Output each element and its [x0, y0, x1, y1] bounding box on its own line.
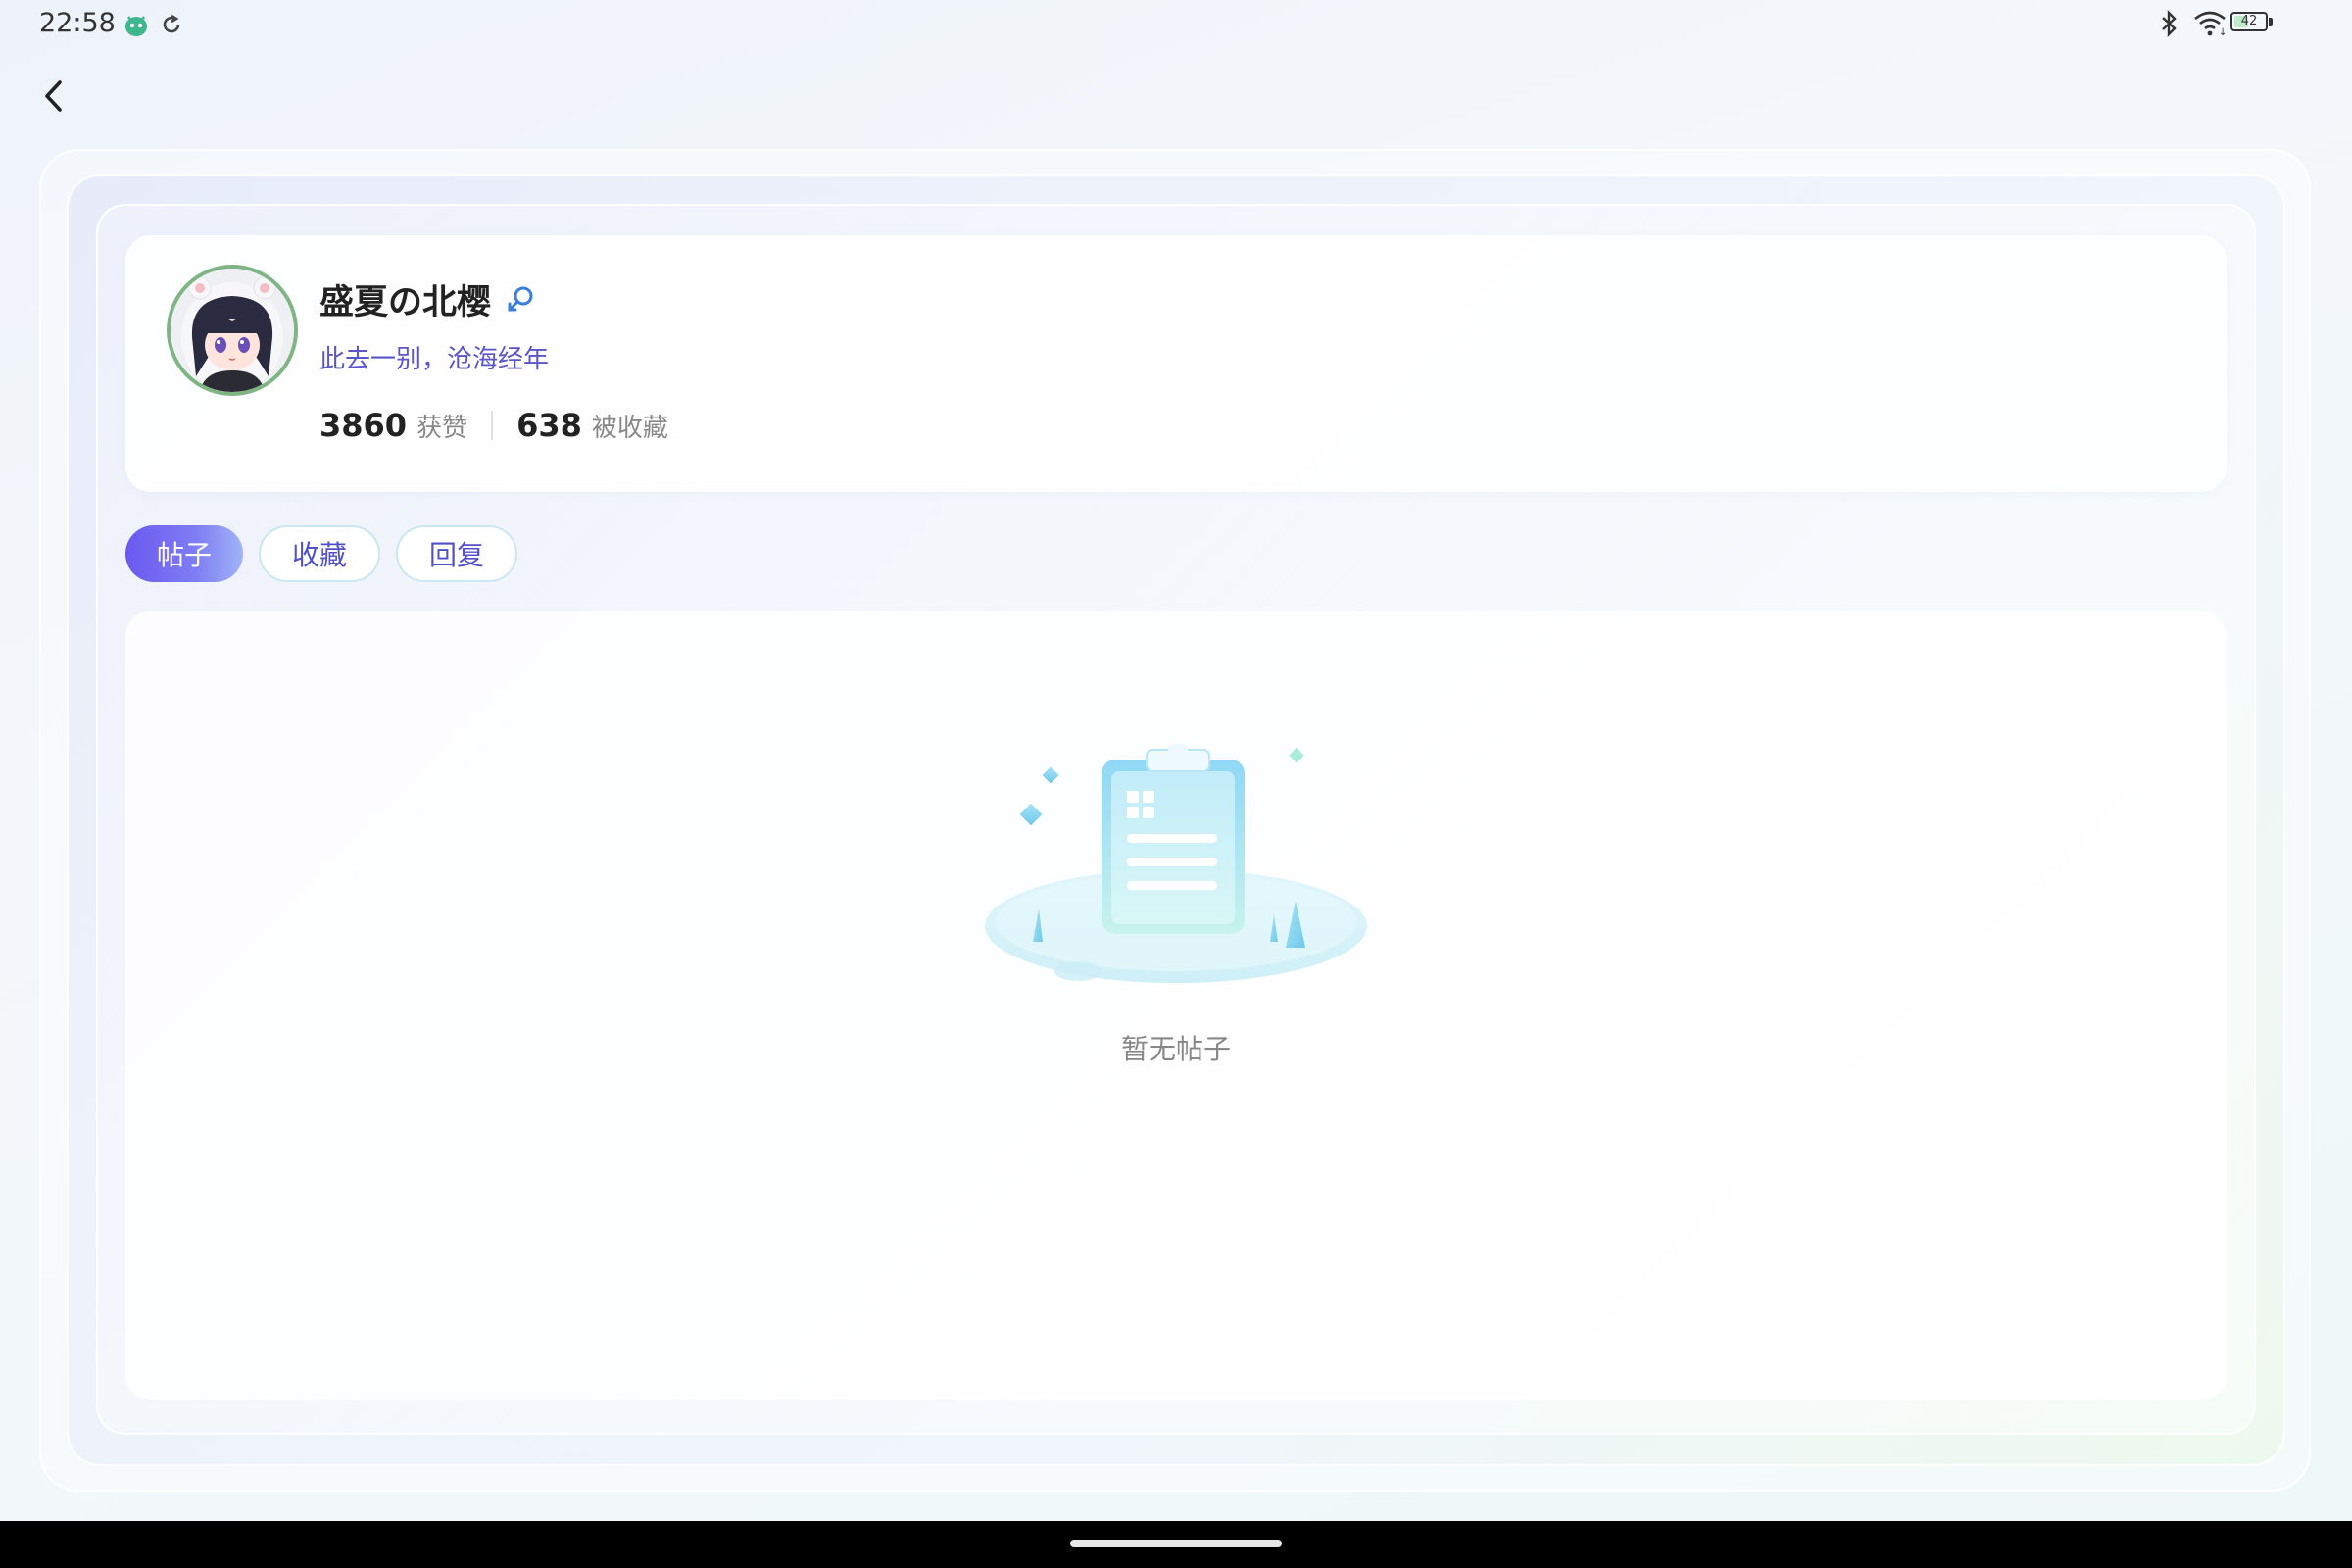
status-bar: 22:58 ↓ 42: [0, 0, 2352, 49]
username-row: 盛夏の北樱: [319, 274, 536, 323]
status-time: 22:58: [39, 8, 116, 38]
bluetooth-icon: [2162, 10, 2177, 37]
svg-text:↓: ↓: [2219, 27, 2227, 37]
likes-count: 3860: [319, 407, 408, 444]
battery-indicator: 42: [2230, 12, 2276, 35]
battery-level: 42: [2240, 14, 2258, 28]
android-app-icon: [125, 16, 147, 36]
chevron-left-icon: [45, 80, 62, 112]
tab-posts[interactable]: 帖子: [125, 525, 243, 582]
back-button[interactable]: [29, 69, 78, 123]
female-icon: [508, 286, 533, 312]
likes-label: 获赞: [416, 413, 468, 443]
avatar[interactable]: [167, 265, 298, 396]
username: 盛夏の北樱: [319, 282, 492, 322]
empty-state-message: 暂无帖子: [1120, 1033, 1231, 1065]
stats-divider: [491, 411, 494, 440]
clipboard-illustration: [985, 744, 1367, 983]
favorited-count: 638: [516, 407, 582, 444]
battery-tip: [2269, 18, 2273, 26]
posts-list: [125, 611, 2227, 1400]
stats-row: 3860 获赞 638 被收藏: [319, 404, 668, 447]
favorited-label: 被收藏: [591, 413, 668, 443]
avatar-image: [171, 269, 294, 392]
tab-favorites[interactable]: 收藏: [259, 525, 380, 582]
tab-bar: 帖子 收藏 回复: [125, 524, 533, 583]
wifi-icon: ↓: [2194, 11, 2227, 37]
home-indicator[interactable]: [1070, 1540, 1282, 1547]
user-bio: 此去一别，沧海经年: [319, 345, 550, 374]
sync-icon: [163, 14, 180, 33]
tab-replies[interactable]: 回复: [396, 525, 517, 582]
